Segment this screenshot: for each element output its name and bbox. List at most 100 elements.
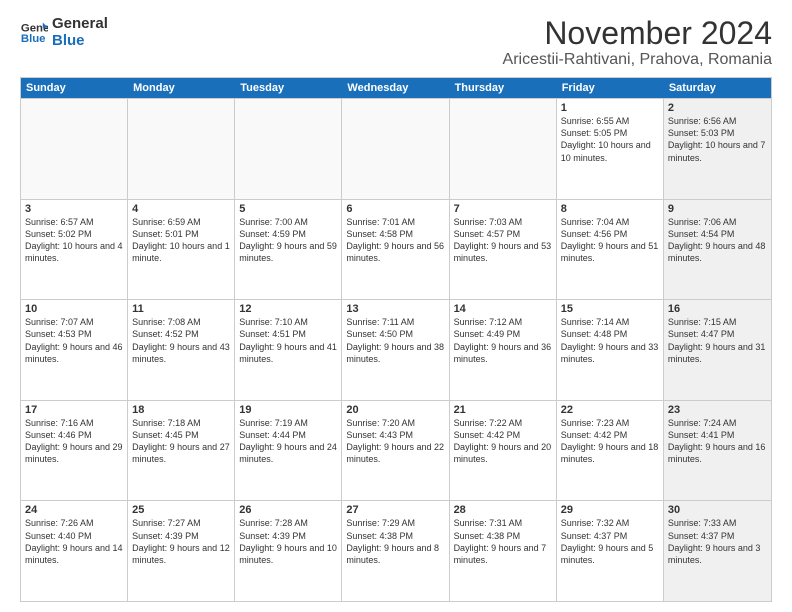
logo-icon: General Blue [20, 19, 48, 47]
day-number: 10 [25, 303, 123, 315]
day-info: Sunrise: 7:22 AM Sunset: 4:42 PM Dayligh… [454, 417, 552, 466]
day-number: 3 [25, 203, 123, 215]
calendar-cell: 14Sunrise: 7:12 AM Sunset: 4:49 PM Dayli… [450, 300, 557, 400]
day-info: Sunrise: 7:24 AM Sunset: 4:41 PM Dayligh… [668, 417, 767, 466]
calendar-cell: 15Sunrise: 7:14 AM Sunset: 4:48 PM Dayli… [557, 300, 664, 400]
calendar-cell: 24Sunrise: 7:26 AM Sunset: 4:40 PM Dayli… [21, 501, 128, 601]
calendar-cell: 18Sunrise: 7:18 AM Sunset: 4:45 PM Dayli… [128, 401, 235, 501]
calendar-cell: 1Sunrise: 6:55 AM Sunset: 5:05 PM Daylig… [557, 99, 664, 199]
calendar-cell: 10Sunrise: 7:07 AM Sunset: 4:53 PM Dayli… [21, 300, 128, 400]
day-number: 7 [454, 203, 552, 215]
day-number: 14 [454, 303, 552, 315]
calendar-cell: 3Sunrise: 6:57 AM Sunset: 5:02 PM Daylig… [21, 200, 128, 300]
day-number: 29 [561, 504, 659, 516]
calendar-row: 24Sunrise: 7:26 AM Sunset: 4:40 PM Dayli… [21, 500, 771, 601]
day-number: 17 [25, 404, 123, 416]
day-number: 25 [132, 504, 230, 516]
calendar-cell [450, 99, 557, 199]
weekday-header: Saturday [664, 78, 771, 98]
title-block: November 2024 Aricestii-Rahtivani, Praho… [503, 16, 772, 69]
calendar-row: 1Sunrise: 6:55 AM Sunset: 5:05 PM Daylig… [21, 98, 771, 199]
calendar-cell: 7Sunrise: 7:03 AM Sunset: 4:57 PM Daylig… [450, 200, 557, 300]
page: General Blue General Blue November 2024 … [0, 0, 792, 612]
logo: General Blue General Blue [20, 16, 108, 49]
calendar-row: 17Sunrise: 7:16 AM Sunset: 4:46 PM Dayli… [21, 400, 771, 501]
day-info: Sunrise: 7:11 AM Sunset: 4:50 PM Dayligh… [346, 316, 444, 365]
day-number: 2 [668, 102, 767, 114]
day-info: Sunrise: 7:32 AM Sunset: 4:37 PM Dayligh… [561, 517, 659, 566]
calendar-cell [235, 99, 342, 199]
weekday-header: Friday [557, 78, 664, 98]
day-number: 9 [668, 203, 767, 215]
day-info: Sunrise: 7:12 AM Sunset: 4:49 PM Dayligh… [454, 316, 552, 365]
calendar-cell: 30Sunrise: 7:33 AM Sunset: 4:37 PM Dayli… [664, 501, 771, 601]
logo-line2: Blue [52, 33, 108, 50]
calendar-cell: 28Sunrise: 7:31 AM Sunset: 4:38 PM Dayli… [450, 501, 557, 601]
day-number: 30 [668, 504, 767, 516]
calendar-cell [342, 99, 449, 199]
day-number: 13 [346, 303, 444, 315]
day-number: 19 [239, 404, 337, 416]
month-title: November 2024 [503, 16, 772, 51]
calendar-cell: 12Sunrise: 7:10 AM Sunset: 4:51 PM Dayli… [235, 300, 342, 400]
day-number: 15 [561, 303, 659, 315]
calendar-cell: 29Sunrise: 7:32 AM Sunset: 4:37 PM Dayli… [557, 501, 664, 601]
day-number: 16 [668, 303, 767, 315]
day-info: Sunrise: 7:26 AM Sunset: 4:40 PM Dayligh… [25, 517, 123, 566]
calendar-cell: 27Sunrise: 7:29 AM Sunset: 4:38 PM Dayli… [342, 501, 449, 601]
calendar-cell: 8Sunrise: 7:04 AM Sunset: 4:56 PM Daylig… [557, 200, 664, 300]
day-number: 8 [561, 203, 659, 215]
location-title: Aricestii-Rahtivani, Prahova, Romania [503, 51, 772, 69]
day-info: Sunrise: 7:14 AM Sunset: 4:48 PM Dayligh… [561, 316, 659, 365]
day-number: 5 [239, 203, 337, 215]
day-info: Sunrise: 7:03 AM Sunset: 4:57 PM Dayligh… [454, 216, 552, 265]
calendar-cell: 11Sunrise: 7:08 AM Sunset: 4:52 PM Dayli… [128, 300, 235, 400]
day-number: 18 [132, 404, 230, 416]
day-number: 11 [132, 303, 230, 315]
day-info: Sunrise: 6:59 AM Sunset: 5:01 PM Dayligh… [132, 216, 230, 265]
day-info: Sunrise: 7:06 AM Sunset: 4:54 PM Dayligh… [668, 216, 767, 265]
calendar-row: 3Sunrise: 6:57 AM Sunset: 5:02 PM Daylig… [21, 199, 771, 300]
day-number: 24 [25, 504, 123, 516]
day-number: 27 [346, 504, 444, 516]
calendar-cell: 23Sunrise: 7:24 AM Sunset: 4:41 PM Dayli… [664, 401, 771, 501]
day-info: Sunrise: 7:31 AM Sunset: 4:38 PM Dayligh… [454, 517, 552, 566]
calendar-row: 10Sunrise: 7:07 AM Sunset: 4:53 PM Dayli… [21, 299, 771, 400]
calendar-body: 1Sunrise: 6:55 AM Sunset: 5:05 PM Daylig… [21, 98, 771, 601]
day-info: Sunrise: 7:07 AM Sunset: 4:53 PM Dayligh… [25, 316, 123, 365]
day-info: Sunrise: 7:33 AM Sunset: 4:37 PM Dayligh… [668, 517, 767, 566]
day-number: 6 [346, 203, 444, 215]
svg-text:Blue: Blue [21, 32, 46, 44]
day-number: 4 [132, 203, 230, 215]
day-info: Sunrise: 7:10 AM Sunset: 4:51 PM Dayligh… [239, 316, 337, 365]
calendar-cell: 22Sunrise: 7:23 AM Sunset: 4:42 PM Dayli… [557, 401, 664, 501]
weekday-header: Monday [128, 78, 235, 98]
day-number: 1 [561, 102, 659, 114]
day-info: Sunrise: 7:00 AM Sunset: 4:59 PM Dayligh… [239, 216, 337, 265]
day-info: Sunrise: 6:55 AM Sunset: 5:05 PM Dayligh… [561, 115, 659, 164]
header: General Blue General Blue November 2024 … [20, 16, 772, 69]
calendar-cell [128, 99, 235, 199]
day-info: Sunrise: 7:04 AM Sunset: 4:56 PM Dayligh… [561, 216, 659, 265]
weekday-header: Sunday [21, 78, 128, 98]
weekday-header: Tuesday [235, 78, 342, 98]
day-info: Sunrise: 6:56 AM Sunset: 5:03 PM Dayligh… [668, 115, 767, 164]
weekday-header: Thursday [450, 78, 557, 98]
calendar-cell: 21Sunrise: 7:22 AM Sunset: 4:42 PM Dayli… [450, 401, 557, 501]
day-info: Sunrise: 7:23 AM Sunset: 4:42 PM Dayligh… [561, 417, 659, 466]
calendar-cell [21, 99, 128, 199]
day-info: Sunrise: 7:18 AM Sunset: 4:45 PM Dayligh… [132, 417, 230, 466]
day-number: 12 [239, 303, 337, 315]
weekday-header: Wednesday [342, 78, 449, 98]
calendar-cell: 6Sunrise: 7:01 AM Sunset: 4:58 PM Daylig… [342, 200, 449, 300]
day-info: Sunrise: 7:19 AM Sunset: 4:44 PM Dayligh… [239, 417, 337, 466]
calendar-cell: 26Sunrise: 7:28 AM Sunset: 4:39 PM Dayli… [235, 501, 342, 601]
day-number: 21 [454, 404, 552, 416]
calendar: SundayMondayTuesdayWednesdayThursdayFrid… [20, 77, 772, 602]
day-info: Sunrise: 7:27 AM Sunset: 4:39 PM Dayligh… [132, 517, 230, 566]
calendar-cell: 2Sunrise: 6:56 AM Sunset: 5:03 PM Daylig… [664, 99, 771, 199]
calendar-cell: 16Sunrise: 7:15 AM Sunset: 4:47 PM Dayli… [664, 300, 771, 400]
day-number: 22 [561, 404, 659, 416]
day-info: Sunrise: 7:20 AM Sunset: 4:43 PM Dayligh… [346, 417, 444, 466]
day-info: Sunrise: 6:57 AM Sunset: 5:02 PM Dayligh… [25, 216, 123, 265]
